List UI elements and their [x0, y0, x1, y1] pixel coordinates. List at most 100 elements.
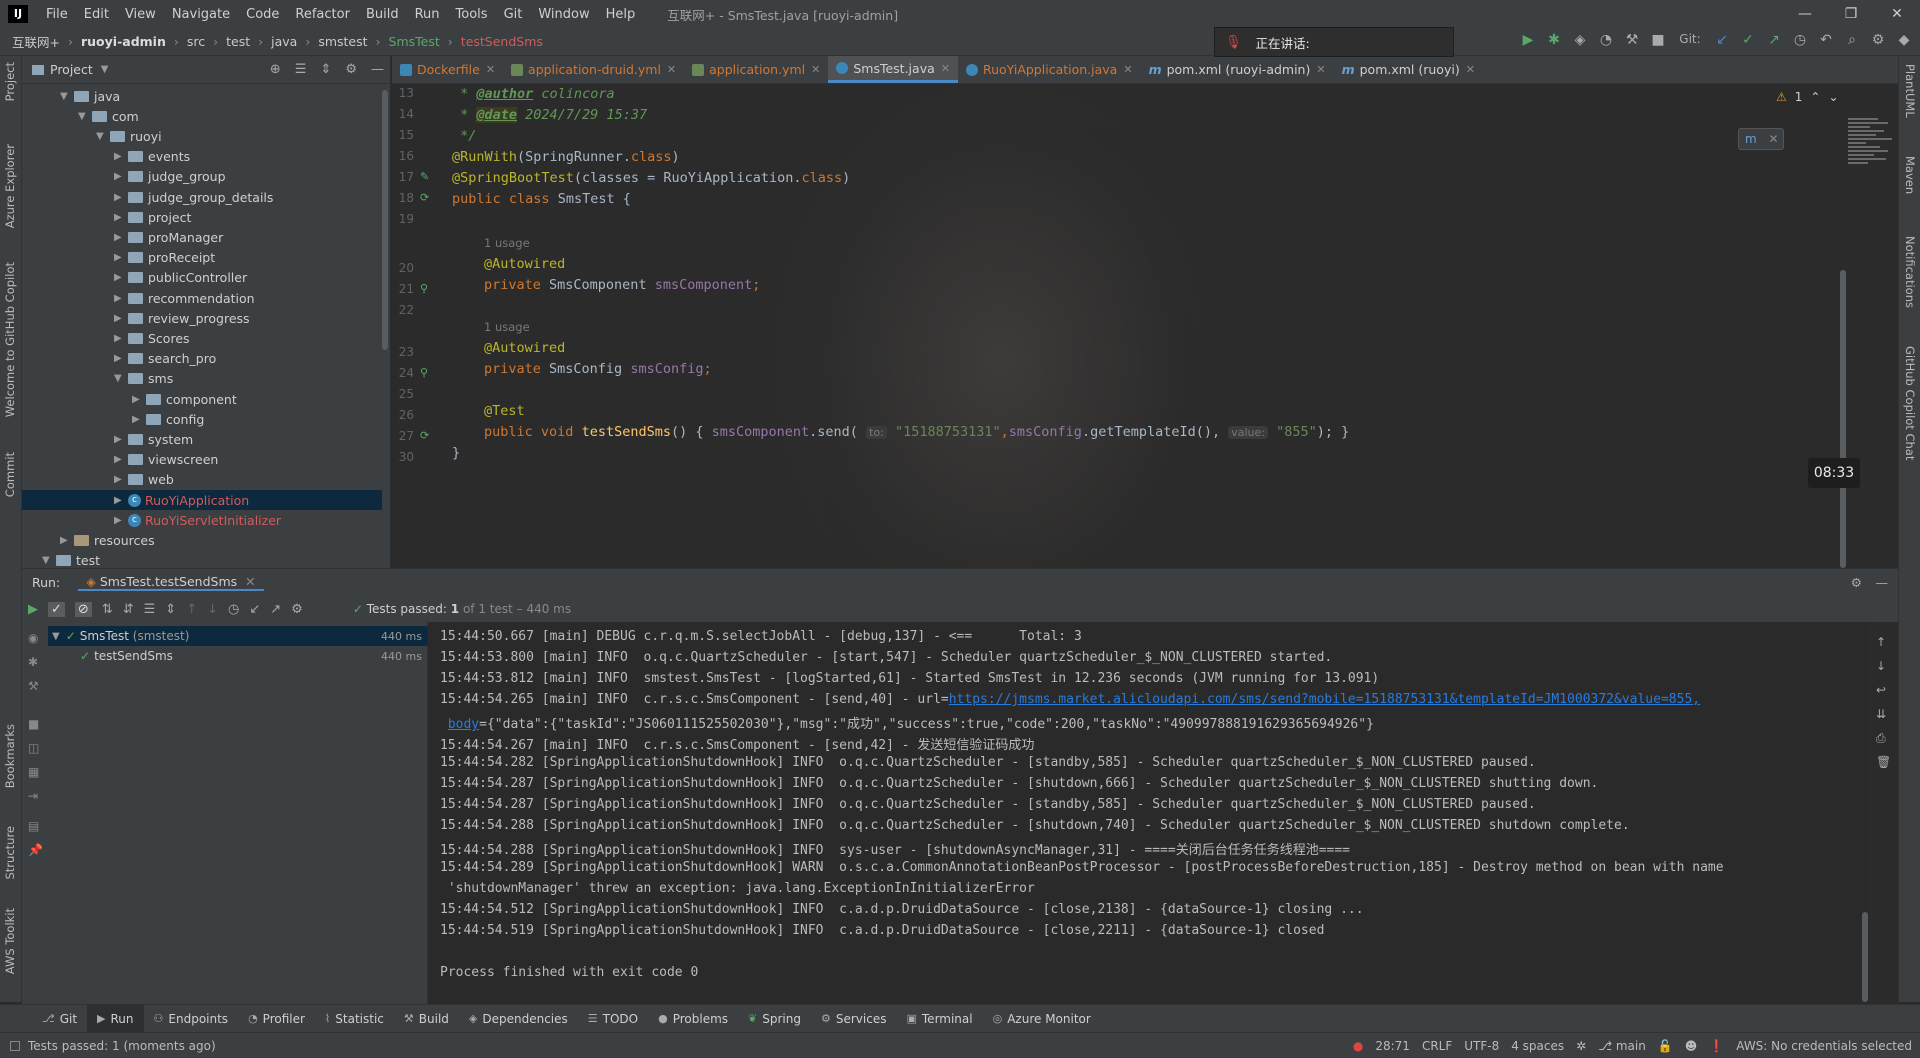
status-message[interactable]: Tests passed: 1 (moments ago): [28, 1039, 216, 1053]
code-line-15[interactable]: */: [452, 128, 476, 144]
file-encoding[interactable]: UTF-8: [1464, 1039, 1499, 1053]
code-line-23[interactable]: @Autowired: [484, 340, 565, 356]
wrench-icon[interactable]: ⚒: [28, 674, 44, 698]
menu-git[interactable]: Git: [496, 7, 531, 22]
export-icon[interactable]: ↗: [270, 602, 281, 617]
scroll-end-icon[interactable]: ⇊: [1876, 702, 1892, 726]
close-icon[interactable]: ✕: [1123, 63, 1132, 76]
git-update-icon[interactable]: ↙: [1714, 32, 1730, 48]
chevron-right-icon[interactable]: ▶: [114, 313, 128, 324]
close-icon[interactable]: ✕: [1466, 63, 1475, 76]
editor-tab-application-druid-yml[interactable]: application-druid.yml ✕: [503, 56, 684, 83]
close-icon[interactable]: ✕: [1316, 63, 1325, 76]
editor-scrollbar[interactable]: [1840, 270, 1846, 568]
chevron-right-icon[interactable]: ▶: [114, 171, 128, 182]
gear-icon[interactable]: ⚙: [345, 62, 357, 77]
code-line-13[interactable]: * @author colincora: [452, 86, 614, 102]
menu-file[interactable]: File: [38, 7, 76, 22]
chevron-right-icon[interactable]: ▶: [114, 212, 128, 223]
console-link[interactable]: https://jmsms.market.alicloudapi.com/sms…: [949, 692, 1700, 707]
tool-copilot-chat[interactable]: GitHub Copilot Chat: [1903, 346, 1917, 460]
snapshot-icon[interactable]: ◫: [28, 736, 44, 760]
chevron-down-icon[interactable]: ▼: [78, 111, 92, 122]
theme-icon[interactable]: ☻: [1685, 1039, 1698, 1053]
tool-bookmarks[interactable]: Bookmarks: [3, 724, 17, 788]
tool-commit[interactable]: Commit: [3, 452, 17, 497]
run-test-gutter-icon[interactable]: ⟳: [420, 191, 429, 204]
chevron-right-icon[interactable]: ▶: [114, 333, 128, 344]
menu-edit[interactable]: Edit: [76, 7, 117, 22]
console-scrollbar[interactable]: [1862, 912, 1868, 1002]
menu-view[interactable]: View: [117, 7, 164, 22]
menu-window[interactable]: Window: [530, 7, 597, 22]
tool-tab-spring[interactable]: ❦ Spring: [738, 1005, 811, 1033]
tree-node-search-pro[interactable]: ▶ search_pro: [22, 349, 382, 369]
tree-node-project[interactable]: ▶ project: [22, 207, 382, 227]
chevron-right-icon[interactable]: ▶: [114, 252, 128, 263]
ide-logo-icon[interactable]: ◆: [1896, 32, 1912, 48]
tool-tab-azure-monitor[interactable]: ◎ Azure Monitor: [983, 1005, 1101, 1033]
tool-tab-git[interactable]: ⎇ Git: [32, 1005, 87, 1033]
chevron-right-icon[interactable]: ▶: [60, 535, 74, 546]
close-icon[interactable]: ✕: [1769, 132, 1779, 146]
tree-node-ruoyiservletinitializer[interactable]: ▶ c RuoYiServletInitializer: [22, 510, 382, 530]
search-icon[interactable]: ⌕: [1844, 32, 1860, 48]
tool-project[interactable]: Project: [3, 62, 17, 101]
menu-build[interactable]: Build: [358, 7, 407, 22]
breadcrumb-class[interactable]: SmsTest: [389, 34, 440, 49]
menu-run[interactable]: Run: [407, 7, 448, 22]
tool-tab-todo[interactable]: ☰ TODO: [578, 1005, 648, 1033]
close-icon[interactable]: ✕: [811, 63, 820, 76]
stop-icon[interactable]: ■: [28, 712, 44, 736]
history-icon[interactable]: ◷: [1792, 32, 1808, 48]
caret-position[interactable]: 28:71: [1375, 1039, 1410, 1053]
chevron-down-icon[interactable]: ▼: [101, 64, 109, 75]
chevron-right-icon[interactable]: ▶: [114, 434, 128, 445]
tool-structure[interactable]: Structure: [3, 826, 17, 880]
tool-copilot-welcome[interactable]: Welcome to GitHub Copilot: [3, 262, 17, 417]
tree-node-judge-group[interactable]: ▶ judge_group: [22, 167, 382, 187]
close-icon[interactable]: ✕: [486, 63, 495, 76]
chevron-down-icon[interactable]: ⌄: [1828, 90, 1838, 104]
chevron-right-icon[interactable]: ▶: [132, 394, 146, 405]
next-failed-icon[interactable]: ↓: [207, 602, 218, 617]
chevron-right-icon[interactable]: ▶: [114, 353, 128, 364]
tree-node-promanager[interactable]: ▶ proManager: [22, 227, 382, 247]
copilot-floating-icon[interactable]: m ✕: [1738, 128, 1784, 150]
profile-icon[interactable]: ◔: [1598, 32, 1614, 48]
editor-tab-smstest-java[interactable]: SmsTest.java ✕: [828, 56, 958, 83]
breadcrumb-method[interactable]: testSendSms: [461, 34, 543, 49]
tree-node-ruoyi[interactable]: ▼ ruoyi: [22, 126, 382, 146]
autowire-gutter-icon[interactable]: ⚲: [420, 282, 428, 295]
tree-node-judge-group-details[interactable]: ▶ judge_group_details: [22, 187, 382, 207]
chevron-right-icon[interactable]: ▶: [114, 151, 128, 162]
breadcrumb-package[interactable]: smstest: [318, 34, 367, 49]
sort-duration-icon[interactable]: ⇵: [123, 602, 134, 617]
collapse-all-icon[interactable]: ⇕: [320, 62, 331, 77]
run-config-tab[interactable]: ◈ SmsTest.testSendSms ✕: [78, 574, 264, 591]
editor-tab-ruoyiapplication-java[interactable]: RuoYiApplication.java ✕: [958, 56, 1141, 83]
run-icon[interactable]: ▶: [1520, 32, 1536, 48]
settings-icon[interactable]: ⚙: [1870, 32, 1886, 48]
aws-credentials[interactable]: AWS: No credentials selected: [1736, 1039, 1912, 1053]
tree-node-events[interactable]: ▶ events: [22, 147, 382, 167]
editor-tab-dockerfile[interactable]: Dockerfile ✕: [392, 56, 503, 83]
expand-all-icon[interactable]: ☰: [295, 62, 307, 77]
chevron-right-icon[interactable]: ▶: [114, 495, 128, 506]
chevron-right-icon[interactable]: ▶: [114, 293, 128, 304]
import-icon[interactable]: ↙: [249, 602, 260, 617]
exit-icon[interactable]: ⇥: [28, 784, 44, 808]
hide-icon[interactable]: —: [1876, 575, 1889, 590]
minimize-button[interactable]: —: [1782, 0, 1828, 28]
console-link[interactable]: body: [448, 717, 479, 732]
editor-tab-pom-xml-ruoyi[interactable]: m pom.xml (ruoyi) ✕: [1334, 56, 1483, 83]
close-icon[interactable]: ✕: [245, 574, 255, 589]
muted-mic-icon[interactable]: 🎙: [1225, 35, 1242, 50]
trash-icon[interactable]: 🗑: [1876, 750, 1892, 774]
tree-node-recommendation[interactable]: ▶ recommendation: [22, 288, 382, 308]
sort-alpha-icon[interactable]: ⇅: [102, 602, 113, 617]
usage-hint[interactable]: 1 usage: [484, 235, 530, 251]
code-line-24[interactable]: private SmsConfig smsConfig;: [484, 361, 712, 377]
tree-node-sms[interactable]: ▼ sms: [22, 369, 382, 389]
menu-help[interactable]: Help: [598, 7, 644, 22]
